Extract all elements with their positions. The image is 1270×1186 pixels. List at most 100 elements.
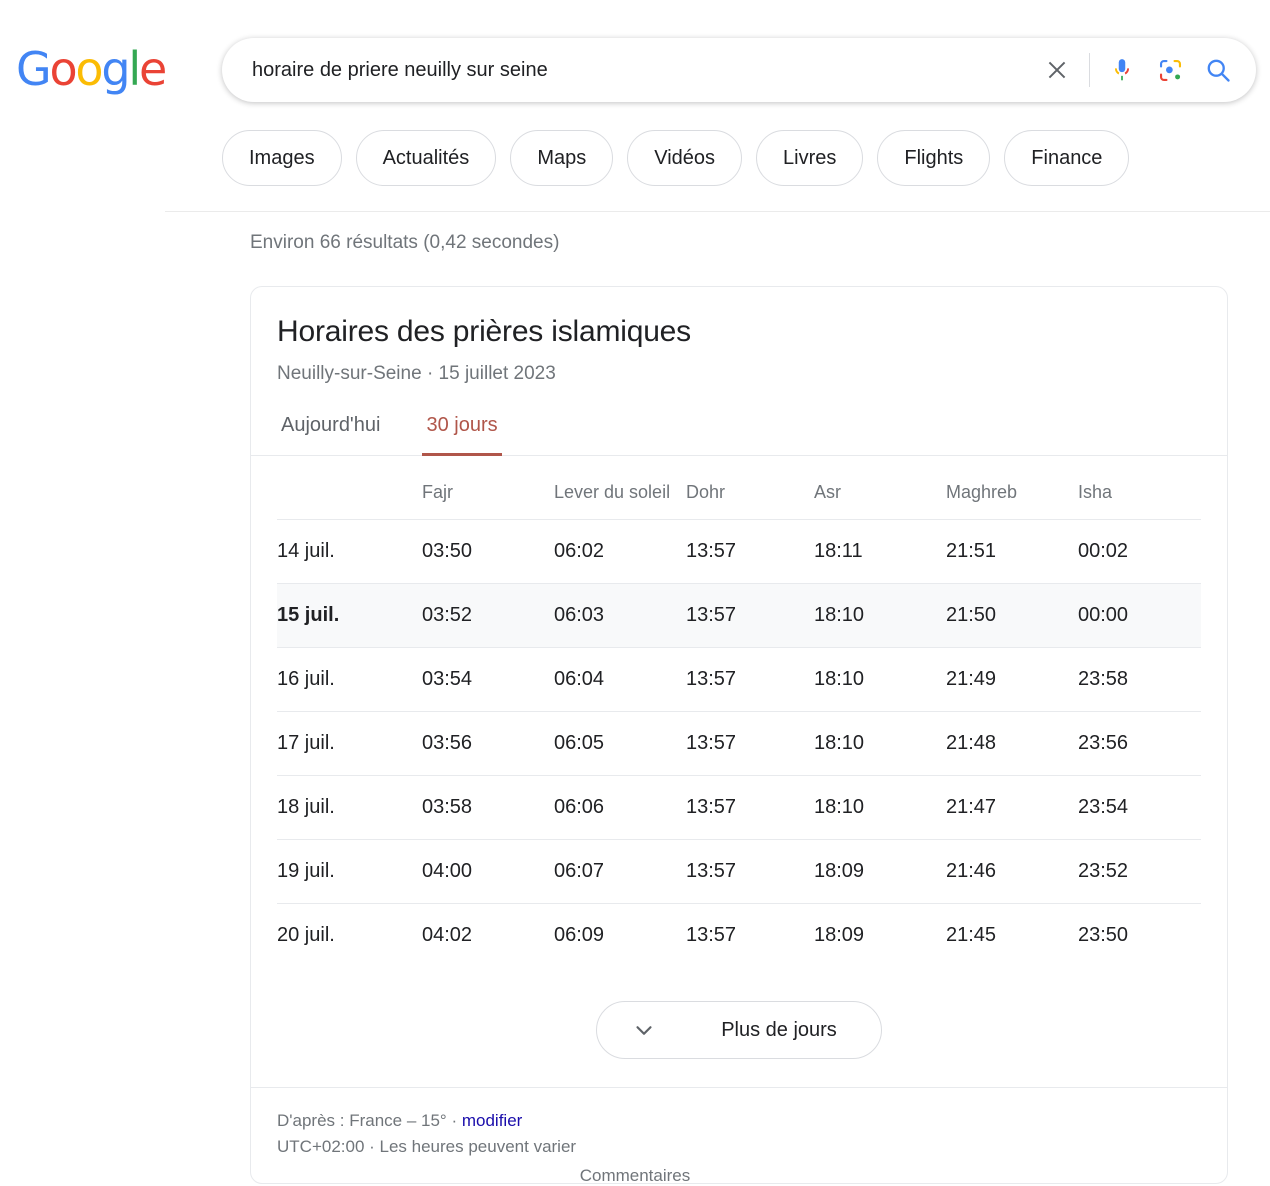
cell-fajr: 03:52	[422, 583, 554, 648]
cell-fajr: 04:00	[422, 839, 554, 904]
tab-30-jours[interactable]: 30 jours	[422, 414, 502, 456]
cell-asr: 18:11	[814, 519, 946, 584]
chip-label: Actualités	[382, 146, 470, 169]
column-header-fajr: Fajr	[422, 456, 554, 520]
chip-actualites[interactable]: Actualités	[355, 130, 497, 186]
card-subtitle: Neuilly-sur-Seine · 15 juillet 2023	[277, 363, 556, 384]
search-filter-chips: Images Actualités Maps Vidéos Livres Fli…	[222, 130, 1130, 186]
logo-letter: e	[138, 42, 167, 96]
tab-label: 30 jours	[426, 414, 498, 436]
cell-maghreb: 21:46	[946, 839, 1078, 904]
cell-sunrise: 06:09	[554, 924, 605, 946]
feedback-link[interactable]: Commentaires	[0, 1166, 1270, 1186]
cell-maghreb: 21:51	[946, 519, 1078, 584]
cell-isha: 23:56	[1078, 711, 1201, 776]
search-divider	[1089, 53, 1090, 87]
column-header-maghreb: Maghreb	[946, 456, 1078, 520]
clear-search-button[interactable]	[1033, 46, 1081, 94]
cell-asr: 18:09	[814, 924, 865, 946]
cell-isha: 00:00	[1078, 583, 1201, 648]
google-logo[interactable]: Google	[16, 46, 167, 92]
cell-day: 19 juil.	[277, 839, 422, 904]
cell-maghreb: 21:49	[946, 647, 1078, 712]
more-days-button[interactable]: Plus de jours	[596, 1001, 882, 1059]
table-row: 16 juil. 03:54 06:04 13:57 18:10 21:49 2…	[277, 647, 1201, 712]
cell-sunrise: 06:02	[554, 519, 686, 584]
cell-dohr: 13:57	[686, 924, 737, 946]
chip-label: Flights	[904, 146, 964, 169]
column-header-asr: Asr	[814, 456, 946, 520]
close-icon	[1048, 61, 1066, 79]
chip-label: Maps	[537, 146, 587, 169]
search-submit-button[interactable]	[1194, 46, 1242, 94]
chip-label: Livres	[783, 146, 837, 169]
tab-label: Aujourd'hui	[281, 414, 381, 436]
table-row: 20 juil. 04:02 06:09 13:57 18:09 21:45 2…	[277, 904, 1201, 968]
cell-fajr: 03:54	[422, 647, 554, 712]
cell-sunrise: 06:06	[554, 775, 686, 840]
modify-link[interactable]: modifier	[462, 1111, 522, 1130]
footer-source-text: D'après : France – 15°	[277, 1111, 447, 1130]
google-lens-icon	[1159, 59, 1181, 81]
cell-maghreb: 21:50	[946, 583, 1078, 648]
cell-isha: 23:52	[1078, 839, 1201, 904]
table-row: 19 juil. 04:00 06:07 13:57 18:09 21:46 2…	[277, 839, 1201, 904]
more-days-container: Plus de jours	[251, 967, 1227, 1087]
cell-maghreb: 21:48	[946, 711, 1078, 776]
chip-finance[interactable]: Finance	[1004, 130, 1130, 186]
search-input[interactable]	[222, 38, 1033, 102]
cell-asr: 18:10	[814, 583, 946, 648]
cell-dohr: 13:57	[686, 775, 814, 840]
cell-isha: 23:54	[1078, 775, 1201, 840]
table-header-row: Fajr Lever du soleil Dohr Asr Maghreb Is…	[277, 456, 1201, 520]
chip-maps[interactable]: Maps	[510, 130, 614, 186]
cell-isha: 23:50	[1078, 924, 1129, 946]
cell-isha: 00:02	[1078, 519, 1201, 584]
cell-fajr: 04:02	[422, 924, 473, 946]
column-header-isha: Isha	[1078, 456, 1201, 520]
cell-dohr: 13:57	[686, 647, 814, 712]
cell-day: 15 juil.	[277, 583, 422, 648]
prayer-times-table: Fajr Lever du soleil Dohr Asr Maghreb Is…	[277, 456, 1201, 967]
header-divider	[165, 211, 1270, 212]
chip-label: Finance	[1031, 146, 1103, 169]
cell-day: 16 juil.	[277, 647, 422, 712]
chip-flights[interactable]: Flights	[877, 130, 991, 186]
table-row: 15 juil. 03:52 06:03 13:57 18:10 21:50 0…	[277, 583, 1201, 648]
footer-timezone-line: UTC+02:00 · Les heures peuvent varier	[277, 1137, 577, 1157]
column-header-day	[277, 456, 422, 520]
logo-letter: o	[49, 42, 77, 96]
results-count: Environ 66 résultats (0,42 secondes)	[250, 232, 560, 253]
voice-search-button[interactable]	[1098, 46, 1146, 94]
lens-search-button[interactable]	[1146, 46, 1194, 94]
chip-videos[interactable]: Vidéos	[627, 130, 743, 186]
table-row: 17 juil. 03:56 06:05 13:57 18:10 21:48 2…	[277, 711, 1201, 776]
chip-livres[interactable]: Livres	[756, 130, 864, 186]
cell-day: 20 juil.	[277, 924, 335, 946]
cell-sunrise: 06:03	[554, 583, 686, 648]
footer-separator: ·	[446, 1111, 462, 1130]
cell-dohr: 13:57	[686, 711, 814, 776]
chip-label: Vidéos	[654, 146, 716, 169]
tab-aujourdhui[interactable]: Aujourd'hui	[277, 414, 384, 456]
chip-images[interactable]: Images	[222, 130, 342, 186]
card-tabs: Aujourd'hui 30 jours	[251, 413, 1227, 456]
cell-maghreb: 21:45	[946, 924, 997, 946]
cell-fajr: 03:58	[422, 775, 554, 840]
logo-letter: g	[101, 42, 130, 96]
search-bar[interactable]	[222, 38, 1256, 102]
cell-asr: 18:10	[814, 647, 946, 712]
chevron-down-icon	[636, 1026, 652, 1035]
column-header-dohr: Dohr	[686, 456, 814, 520]
card-title: Horaires des prières islamiques	[277, 315, 691, 348]
cell-sunrise: 06:07	[554, 839, 686, 904]
table-row: 14 juil. 03:50 06:02 13:57 18:11 21:51 0…	[277, 519, 1201, 584]
footer-source-line: D'après : France – 15° · modifier	[277, 1108, 1227, 1134]
cell-isha: 23:58	[1078, 647, 1201, 712]
cell-day: 18 juil.	[277, 775, 422, 840]
cell-fajr: 03:56	[422, 711, 554, 776]
logo-letter: G	[16, 42, 52, 96]
chip-label: Images	[249, 146, 315, 169]
cell-fajr: 03:50	[422, 519, 554, 584]
search-icon	[1207, 59, 1230, 82]
